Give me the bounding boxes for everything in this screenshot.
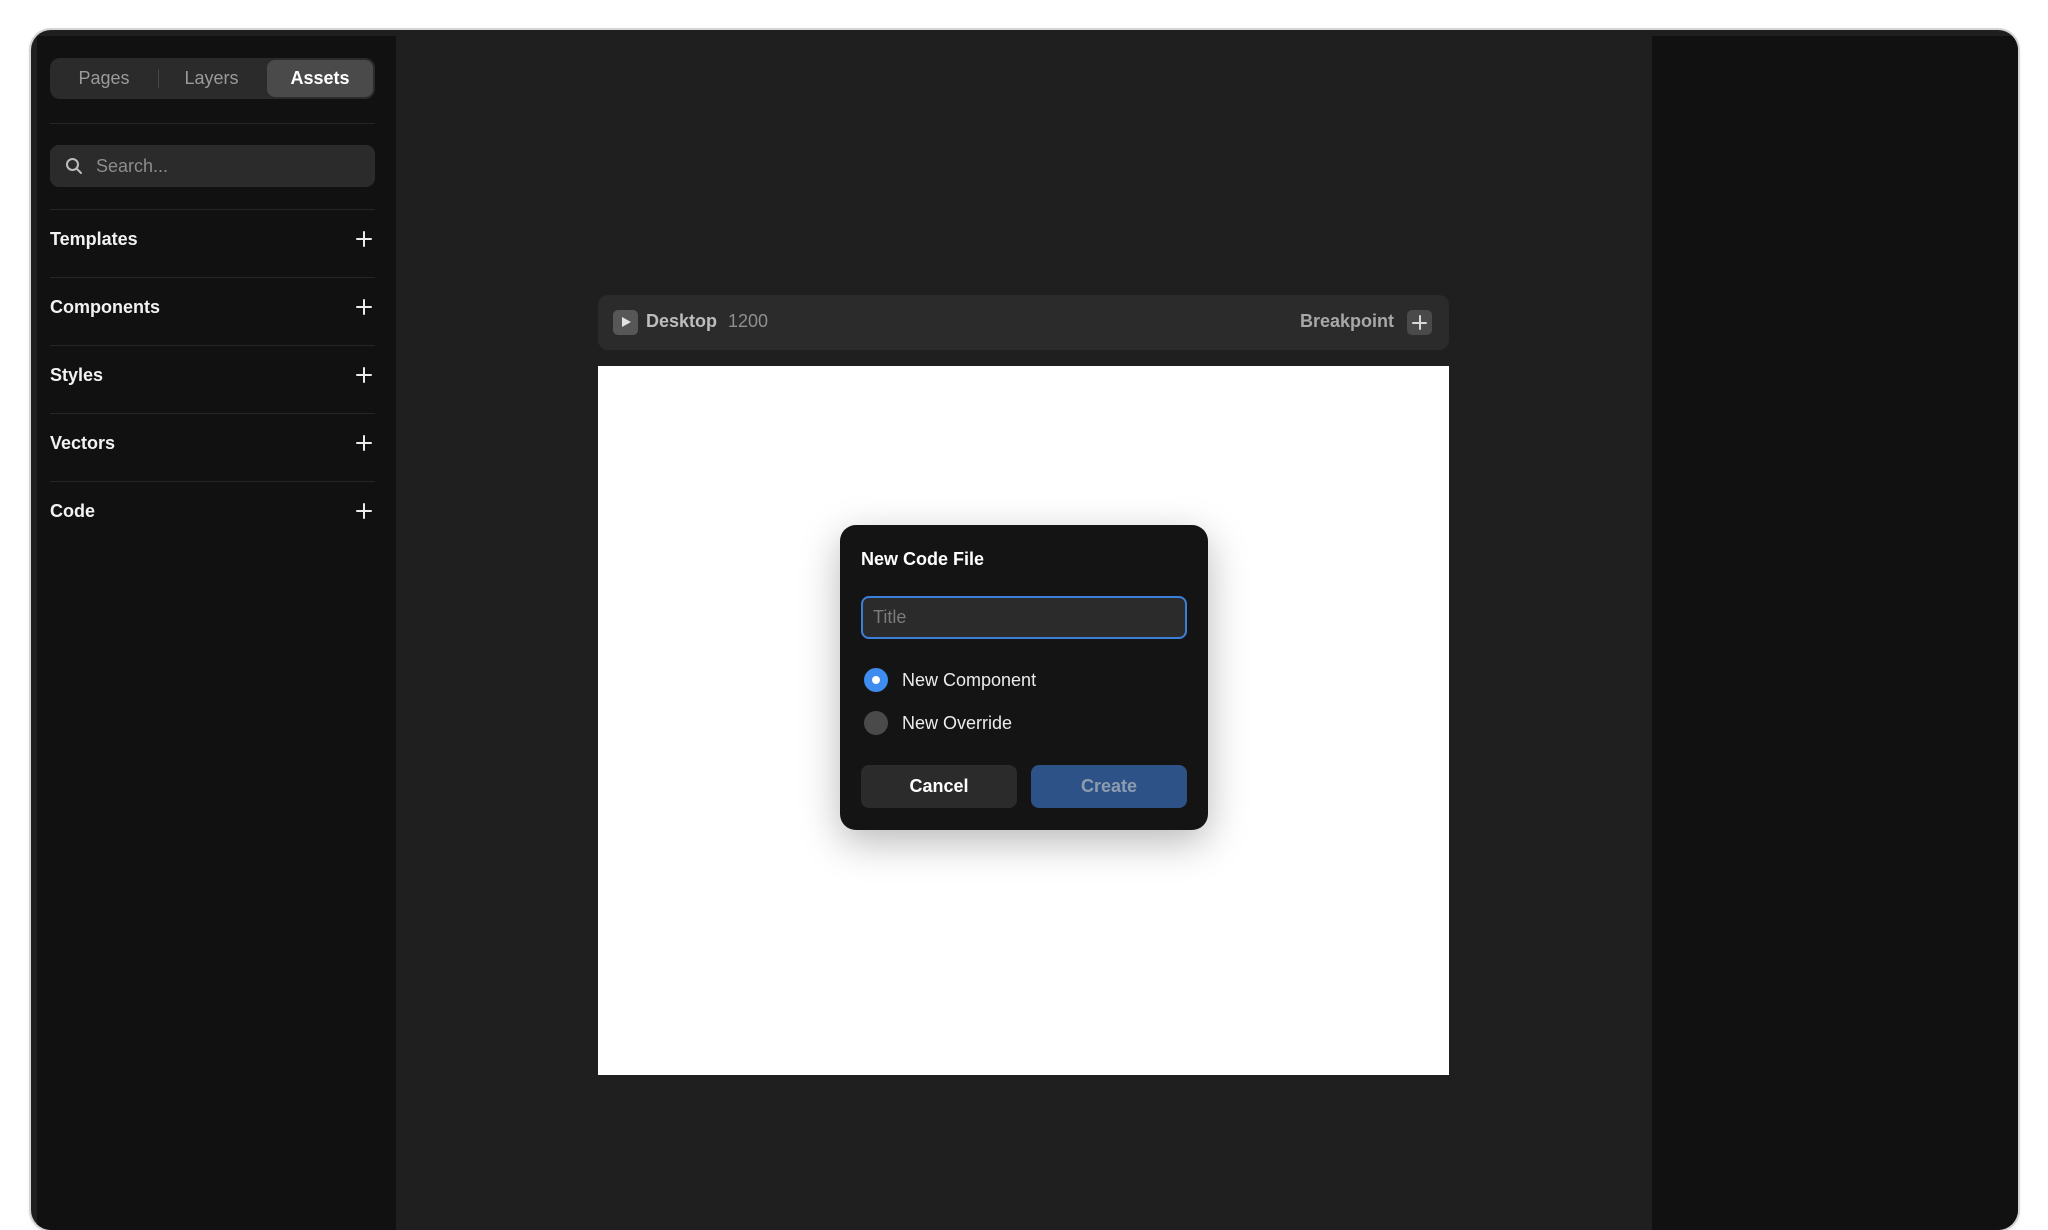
frame-header: Desktop 1200 Breakpoint <box>598 295 1449 350</box>
divider <box>50 345 375 346</box>
divider <box>50 123 375 124</box>
divider <box>50 413 375 414</box>
section-vectors[interactable]: Vectors <box>50 428 375 458</box>
section-styles[interactable]: Styles <box>50 360 375 390</box>
panel-tab-bar: Pages Layers Assets <box>50 58 375 99</box>
add-code-plus-icon[interactable] <box>356 503 372 519</box>
dialog-title: New Code File <box>861 549 985 569</box>
app-window: Pages Layers Assets Templates Components… <box>31 30 2018 1230</box>
cancel-button[interactable]: Cancel <box>861 765 1017 808</box>
assets-sidebar: Pages Layers Assets Templates Components… <box>37 36 396 1230</box>
frame-name[interactable]: Desktop <box>646 311 717 332</box>
section-label: Code <box>50 500 95 521</box>
add-template-plus-icon[interactable] <box>356 231 372 247</box>
option-label: New Component <box>902 669 1037 690</box>
breakpoint-label[interactable]: Breakpoint <box>1300 311 1394 332</box>
divider <box>50 277 375 278</box>
section-label: Vectors <box>50 432 116 453</box>
search-icon <box>66 158 82 174</box>
add-breakpoint-button[interactable] <box>1407 310 1432 335</box>
add-style-plus-icon[interactable] <box>356 367 372 383</box>
section-components[interactable]: Components <box>50 292 375 322</box>
tab-layers[interactable]: Layers <box>158 58 265 99</box>
divider <box>50 209 375 210</box>
new-code-file-dialog: New Code File New Component New Override… <box>840 525 1208 830</box>
search-box[interactable] <box>50 145 375 187</box>
search-input[interactable] <box>96 145 366 187</box>
radio-selected-icon[interactable] <box>864 668 888 692</box>
frame-width: 1200 <box>728 311 769 331</box>
option-new-override[interactable]: New Override <box>861 710 1012 736</box>
play-icon[interactable] <box>613 310 638 335</box>
plus-icon <box>1412 315 1427 330</box>
radio-unselected-icon[interactable] <box>864 711 888 735</box>
properties-panel <box>1652 36 2018 1230</box>
section-label: Components <box>50 296 160 317</box>
tab-assets[interactable]: Assets <box>267 60 373 97</box>
option-new-component[interactable]: New Component <box>861 667 1036 693</box>
title-input[interactable] <box>861 596 1187 639</box>
tab-pages[interactable]: Pages <box>50 58 158 99</box>
add-component-plus-icon[interactable] <box>356 299 372 315</box>
section-label: Styles <box>50 364 104 385</box>
section-code[interactable]: Code <box>50 496 375 526</box>
section-label: Templates <box>50 228 138 249</box>
create-button[interactable]: Create <box>1031 765 1187 808</box>
section-templates[interactable]: Templates <box>50 224 375 254</box>
option-label: New Override <box>902 712 1013 733</box>
add-vector-plus-icon[interactable] <box>356 435 372 451</box>
divider <box>50 481 375 482</box>
